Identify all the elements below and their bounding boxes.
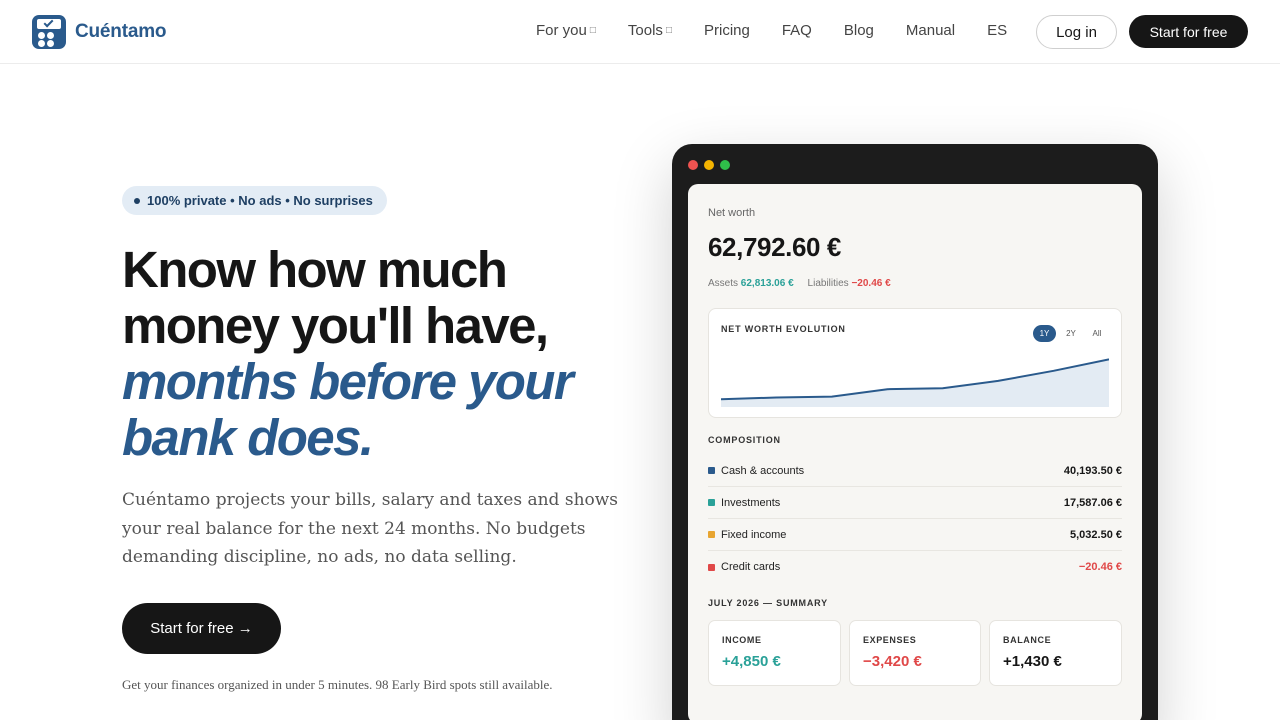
range-2y-button[interactable]: 2Y [1061, 325, 1081, 342]
legend-swatch [708, 499, 715, 506]
calculator-logo-icon [32, 15, 66, 49]
close-dot-icon [688, 160, 698, 170]
net-worth-value: 62,792.60 € [708, 232, 841, 262]
composition-label: Cash & accounts [721, 464, 805, 477]
range-all-button[interactable]: All [1086, 325, 1108, 342]
legend-swatch [708, 531, 715, 538]
net-worth-label: Net worth [708, 207, 756, 219]
chart-area-fill [721, 359, 1109, 407]
liabilities-label: Liabilities [807, 278, 849, 289]
composition-title: COMPOSITION [708, 435, 781, 445]
nav-item-label: Tools [627, 22, 663, 39]
summary-value: +4,850 € [722, 653, 781, 670]
composition-label: Fixed income [721, 528, 787, 541]
brand-name: Cuéntamo [75, 21, 167, 42]
summary-value: +1,430 € [1003, 653, 1062, 670]
app-preview-window: Net worth 62,792.60 € Assets 62,813.06 €… [672, 144, 1158, 720]
assets-label: Assets [708, 278, 739, 289]
composition-value: 5,032.50 € [1070, 528, 1122, 541]
nav-item-label: Manual [905, 22, 956, 39]
badge-text: 100% private • No ads • No surprises [147, 193, 373, 208]
balance-summary-card: BALANCE +1,430 € [989, 620, 1122, 686]
hero-title-accent-line: bank does. [122, 409, 374, 466]
hero-title-line: Know how much [122, 241, 508, 298]
privacy-badge: 100% private • No ads • No surprises [122, 186, 387, 215]
expenses-summary-card: EXPENSES −3,420 € [849, 620, 981, 686]
composition-row: Fixed income 5,032.50 € [708, 519, 1122, 551]
hero-footnote: Get your finances organized in under 5 m… [122, 677, 553, 692]
main-nav: For you □ Tools □ Pricing FAQ Blog Manua… [536, 22, 1039, 39]
dropdown-caret-icon: □ [589, 25, 596, 36]
dashboard-panel: Net worth 62,792.60 € Assets 62,813.06 €… [688, 184, 1142, 720]
range-1y-button[interactable]: 1Y [1033, 325, 1056, 342]
nav-item-for-you[interactable]: For you □ [536, 22, 596, 39]
nav-item-label: Blog [843, 22, 874, 39]
start-free-button[interactable]: Start for free [1129, 15, 1248, 48]
composition-value: 40,193.50 € [1063, 464, 1122, 477]
hero-title: Know how much money you'll have, months … [122, 242, 642, 466]
top-nav-bar: Cuéntamo For you □ Tools □ Pricing FAQ B… [0, 0, 1280, 64]
maximize-dot-icon [720, 160, 730, 170]
net-worth-chart-card: NET WORTH EVOLUTION 1Y 2Y All [708, 308, 1122, 418]
nav-item-label: Pricing [703, 22, 750, 39]
composition-row: Credit cards −20.46 € [708, 551, 1122, 583]
nav-item-manual[interactable]: Manual [906, 22, 955, 39]
summary-label: EXPENSES [863, 635, 917, 645]
hero-start-free-button[interactable]: Start for free → [122, 603, 281, 654]
nav-item-faq[interactable]: FAQ [782, 22, 812, 39]
income-summary-card: INCOME +4,850 € [708, 620, 841, 686]
nav-item-pricing[interactable]: Pricing [704, 22, 750, 39]
net-worth-breakdown: Assets 62,813.06 € Liabilities −20.46 € [708, 278, 891, 289]
net-worth-area-chart [721, 358, 1109, 407]
language-switch[interactable]: ES [987, 22, 1007, 39]
nav-item-blog[interactable]: Blog [844, 22, 874, 39]
composition-label: Investments [721, 496, 781, 509]
hero-subtitle: Cuéntamo projects your bills, salary and… [122, 490, 619, 567]
summary-label: INCOME [722, 635, 762, 645]
legend-swatch [708, 563, 715, 571]
bullet-dot-icon [134, 197, 140, 204]
nav-item-label: For you [536, 22, 587, 39]
composition-row: Investments 17,587.06 € [708, 487, 1122, 519]
dropdown-caret-icon: □ [665, 25, 672, 36]
composition-value: 17,587.06 € [1063, 496, 1122, 509]
nav-item-label: ES [987, 22, 1008, 39]
summary-value: −3,420 € [863, 653, 922, 670]
nav-item-label: FAQ [781, 22, 812, 39]
login-button[interactable]: Log in [1036, 15, 1117, 49]
composition-row: Cash & accounts 40,193.50 € [708, 455, 1122, 487]
hero-title-line: money you'll have, [122, 297, 549, 354]
composition-value: −20.46 € [1078, 561, 1122, 573]
hero-title-accent-line: months before your [122, 353, 574, 410]
composition-label: Credit cards [721, 561, 781, 573]
summary-title: JULY 2026 — SUMMARY [708, 598, 828, 608]
summary-label: BALANCE [1003, 635, 1052, 645]
chart-title: NET WORTH EVOLUTION [721, 324, 846, 334]
legend-swatch [708, 467, 715, 474]
assets-value: 62,813.06 € [740, 278, 794, 289]
minimize-dot-icon [704, 160, 714, 170]
nav-item-tools[interactable]: Tools □ [628, 22, 672, 39]
liabilities-value: −20.46 € [851, 278, 891, 289]
brand-logo[interactable]: Cuéntamo [32, 15, 166, 49]
